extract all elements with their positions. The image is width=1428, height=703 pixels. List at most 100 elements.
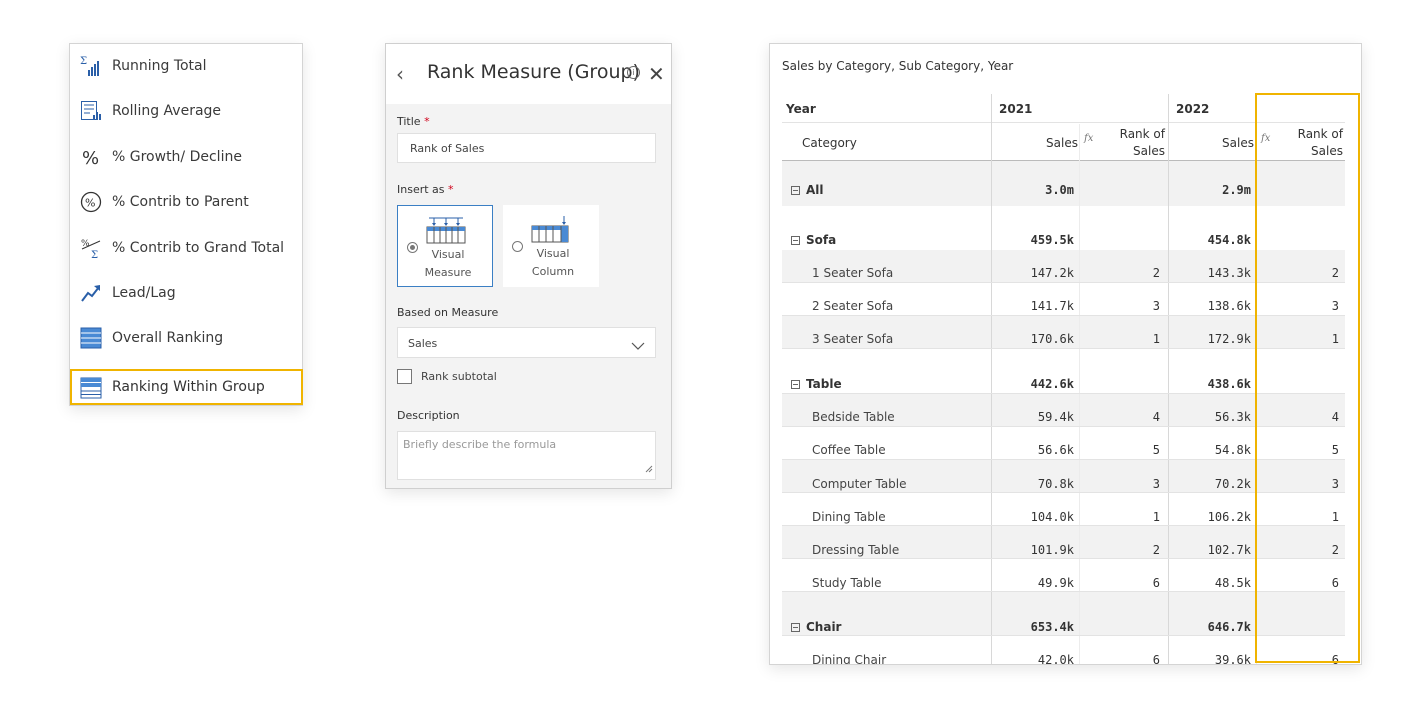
svg-text:%: % [82,148,99,168]
row-label: 1 Seater Sofa [812,266,894,280]
menu-item-label: Overall Ranking [112,330,224,346]
running-total-icon: Σ [79,54,103,78]
menu-item-label: Lead/Lag [112,285,176,301]
menu-item-running-total[interactable]: Σ Running Total [70,49,302,83]
svg-text:%: % [85,197,95,210]
rank-2021-cell: 1 [1152,510,1160,524]
rank-2021-header[interactable]: Rank of Sales [1086,126,1165,160]
menu-item-overall-ranking[interactable]: Overall Ranking [70,321,302,355]
year-2022-header[interactable]: 2022 [1176,102,1209,116]
sales-2022-cell: 54.8k [1214,443,1251,457]
menu-item-ranking-within-group[interactable]: Ranking Within Group [70,369,303,405]
row-label: Sofa [791,233,836,247]
based-on-measure-select[interactable]: Sales [397,327,656,358]
row-label: Bedside Table [812,410,895,424]
description-textarea[interactable]: Briefly describe the formula [397,431,656,480]
sales-2022-cell: 646.7k [1207,620,1251,634]
sales-2022-header[interactable]: Sales [1174,136,1254,150]
insert-as-label: Insert as * [397,183,454,196]
menu-item-contrib-grand-total[interactable]: % Σ % Contrib to Grand Total [70,231,302,265]
sales-2021-cell: 59.4k [1037,410,1074,424]
sales-2022-cell: 172.9k [1207,332,1251,346]
visual-measure-icon [426,216,466,248]
sales-2022-cell: 438.6k [1207,377,1251,391]
menu-item-label: Rolling Average [112,103,222,119]
year-2021-header[interactable]: 2021 [999,102,1032,116]
row-label: Table [791,377,842,391]
sales-2022-cell: 2.9m [1222,183,1251,197]
close-icon[interactable]: ✕ [648,62,665,86]
description-placeholder: Briefly describe the formula [403,438,557,451]
sales-2022-cell: 70.2k [1214,477,1251,491]
menu-item-label: % Contrib to Grand Total [112,240,285,256]
rank-2021-cell: 4 [1152,410,1160,424]
row-label: Dining Table [812,510,886,524]
sales-2022-cell: 454.8k [1207,233,1251,247]
collapse-icon[interactable] [791,380,800,389]
collapse-icon[interactable] [791,186,800,195]
sales-2021-cell: 3.0m [1045,183,1074,197]
row-label: All [791,183,824,197]
collapse-icon[interactable] [791,236,800,245]
back-arrow-icon[interactable]: ‹ [396,62,404,86]
select-value: Sales [408,337,438,350]
rank-column-highlight [1255,93,1360,663]
row-label: Coffee Table [812,443,886,457]
rank-2021-cell: 2 [1152,543,1160,557]
dialog-header: ‹ Rank Measure (Group) i ✕ [386,44,671,104]
overall-ranking-icon [79,326,103,350]
sales-2021-cell: 141.7k [1030,299,1074,313]
category-header[interactable]: Category [802,136,857,150]
menu-item-label: Ranking Within Group [112,379,265,395]
row-label: 3 Seater Sofa [812,332,894,346]
collapse-icon[interactable] [791,623,800,632]
rank-2021-cell: 3 [1152,477,1160,491]
sales-2021-cell: 104.0k [1030,510,1074,524]
row-label: Dining Chair [812,653,887,665]
option-visual-measure[interactable]: Visual Measure [397,205,493,287]
ranking-within-group-icon [79,376,103,400]
menu-item-rolling-average[interactable]: Rolling Average [70,94,302,128]
table-caption: Sales by Category, Sub Category, Year [782,59,1014,73]
visual-column-icon [531,215,571,247]
resize-grip-icon[interactable] [645,458,653,477]
rank-2021-cell: 2 [1152,266,1160,280]
menu-item-contrib-parent[interactable]: % % Contrib to Parent [70,185,302,219]
sales-2021-cell: 49.9k [1037,576,1074,590]
rank-subtotal-label: Rank subtotal [421,370,497,383]
sales-2021-cell: 653.4k [1030,620,1074,634]
option-visual-column[interactable]: Visual Column [503,205,599,287]
sales-2022-cell: 39.6k [1214,653,1251,665]
chevron-down-icon [631,336,645,355]
rolling-average-icon [79,99,103,123]
sales-2021-header[interactable]: Sales [996,136,1078,150]
radio-unselected[interactable] [512,241,523,252]
svg-text:Σ: Σ [80,56,87,67]
row-label: 2 Seater Sofa [812,299,894,313]
sales-2022-cell: 56.3k [1214,410,1251,424]
rank-2021-cell: 3 [1152,299,1160,313]
rank-subtotal-checkbox[interactable] [397,369,412,384]
percent-icon: % [79,145,103,169]
year-header: Year [786,102,816,116]
info-icon[interactable]: i [627,66,640,79]
title-input[interactable]: Rank of Sales [397,133,656,163]
sales-2022-cell: 138.6k [1207,299,1251,313]
trend-arrow-icon [79,281,103,305]
sales-2021-cell: 170.6k [1030,332,1074,346]
sales-2021-cell: 147.2k [1030,266,1074,280]
description-label: Description [397,409,460,422]
row-label: Dressing Table [812,543,900,557]
sales-2021-cell: 442.6k [1030,377,1074,391]
menu-item-lead-lag[interactable]: Lead/Lag [70,276,302,310]
rank-2021-cell: 6 [1152,653,1160,665]
option-label: Visual Measure [424,248,472,279]
sales-2021-cell: 101.9k [1030,543,1074,557]
radio-selected[interactable] [407,242,418,253]
menu-item-label: % Contrib to Parent [112,194,249,210]
sales-2022-cell: 143.3k [1207,266,1251,280]
rank-2021-cell: 1 [1152,332,1160,346]
menu-item-growth-decline[interactable]: % % Growth/ Decline [70,140,302,174]
measure-type-menu: Σ Running Total Rolling Average % % Grow… [69,43,303,406]
sales-2021-cell: 56.6k [1037,443,1074,457]
